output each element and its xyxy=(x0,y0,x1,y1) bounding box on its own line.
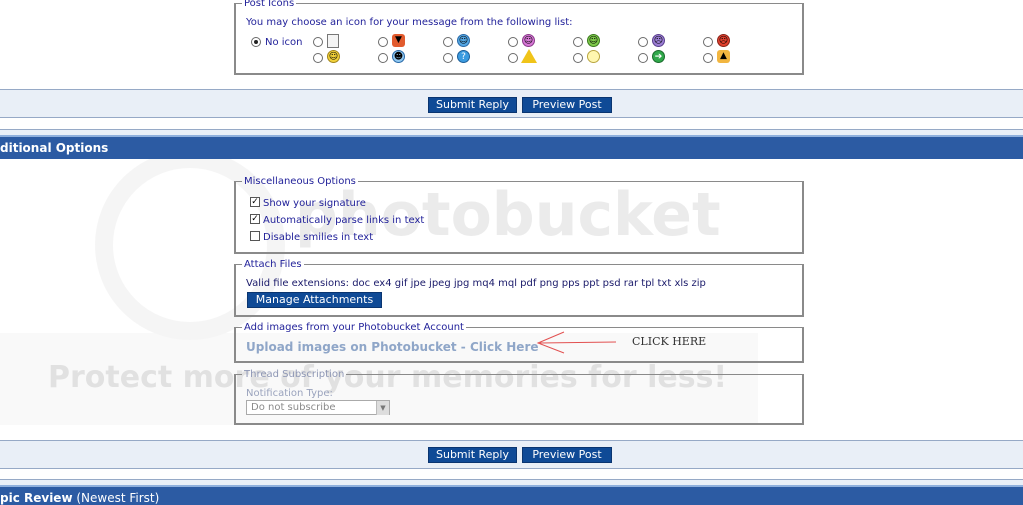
additional-options-header: ditional Options xyxy=(0,135,1023,159)
photobucket-upload-link[interactable]: Upload images on Photobucket - Click Her… xyxy=(246,340,539,354)
icon-radio[interactable] xyxy=(638,37,648,47)
notification-type-label: Notification Type: xyxy=(246,388,333,399)
icon-radio[interactable] xyxy=(508,37,518,47)
show-signature-label: Show your signature xyxy=(263,198,366,209)
arrow-icon: ➔ xyxy=(652,50,665,63)
topic-review-suffix: (Newest First) xyxy=(72,491,160,505)
thread-subscription-legend: Thread Subscription xyxy=(244,369,345,380)
icon-radio[interactable] xyxy=(508,53,518,63)
topic-review-title: pic Review (Newest First) xyxy=(0,491,159,505)
icon-radio[interactable] xyxy=(378,53,388,63)
valid-extensions-text: Valid file extensions: doc ex4 gif jpe j… xyxy=(246,278,706,289)
thumbs-up-icon: ▲ xyxy=(717,50,730,63)
parse-links-label: Automatically parse links in text xyxy=(263,215,425,226)
icon-radio[interactable] xyxy=(443,53,453,63)
warning-icon xyxy=(521,49,537,63)
photobucket-legend: Add images from your Photobucket Account xyxy=(244,322,464,333)
show-signature-checkbox[interactable]: ✓ xyxy=(250,197,260,207)
preview-post-button-bottom[interactable]: Preview Post xyxy=(522,447,612,463)
teeth-icon: ☺ xyxy=(587,34,600,47)
icon-radio[interactable] xyxy=(638,53,648,63)
submit-reply-button-bottom[interactable]: Submit Reply xyxy=(428,447,517,463)
preview-post-button[interactable]: Preview Post xyxy=(522,97,612,113)
cool-icon: ☻ xyxy=(392,50,405,63)
attach-files-legend: Attach Files xyxy=(244,259,302,270)
parse-links-checkbox[interactable]: ✓ xyxy=(250,214,260,224)
red-arrow-annotation xyxy=(536,331,617,354)
angry-icon: ☹ xyxy=(717,34,730,47)
icon-radio[interactable] xyxy=(378,37,388,47)
no-icon-label: No icon xyxy=(265,37,303,48)
submit-reply-button[interactable]: Submit Reply xyxy=(428,97,517,113)
icon-radio[interactable] xyxy=(313,37,323,47)
document-icon xyxy=(327,34,339,48)
icon-radio[interactable] xyxy=(313,53,323,63)
click-here-annotation: CLICK HERE xyxy=(632,335,707,348)
notification-type-value: Do not subscribe xyxy=(251,402,336,413)
icon-radio[interactable] xyxy=(573,37,583,47)
icon-radio[interactable] xyxy=(573,53,583,63)
lightbulb-icon xyxy=(587,50,600,63)
smile-icon: ☺ xyxy=(457,34,470,47)
icon-radio[interactable] xyxy=(443,37,453,47)
additional-options-title: ditional Options xyxy=(0,141,109,155)
post-icons-prompt: You may choose an icon for your message … xyxy=(246,17,573,28)
thumbs-down-icon: ▼ xyxy=(392,34,405,47)
manage-attachments-button[interactable]: Manage Attachments xyxy=(247,292,382,308)
icon-radio[interactable] xyxy=(703,53,713,63)
icon-radio[interactable] xyxy=(703,37,713,47)
misc-options-legend: Miscellaneous Options xyxy=(244,176,356,187)
happy-icon: ☺ xyxy=(327,50,340,63)
notification-type-select[interactable]: Do not subscribe ▼ xyxy=(246,400,390,415)
topic-review-header: pic Review (Newest First) xyxy=(0,485,1023,505)
disable-smilies-checkbox[interactable] xyxy=(250,231,260,241)
no-icon-radio[interactable] xyxy=(251,37,261,47)
topic-review-bold: pic Review xyxy=(0,491,73,505)
disable-smilies-label: Disable smilies in text xyxy=(263,232,374,243)
post-icons-legend: Post Icons xyxy=(244,0,295,9)
chevron-down-icon: ▼ xyxy=(376,401,389,415)
frown-icon: ☹ xyxy=(652,34,665,47)
question-icon: ? xyxy=(457,50,470,63)
grin-icon: ☺ xyxy=(522,34,535,47)
